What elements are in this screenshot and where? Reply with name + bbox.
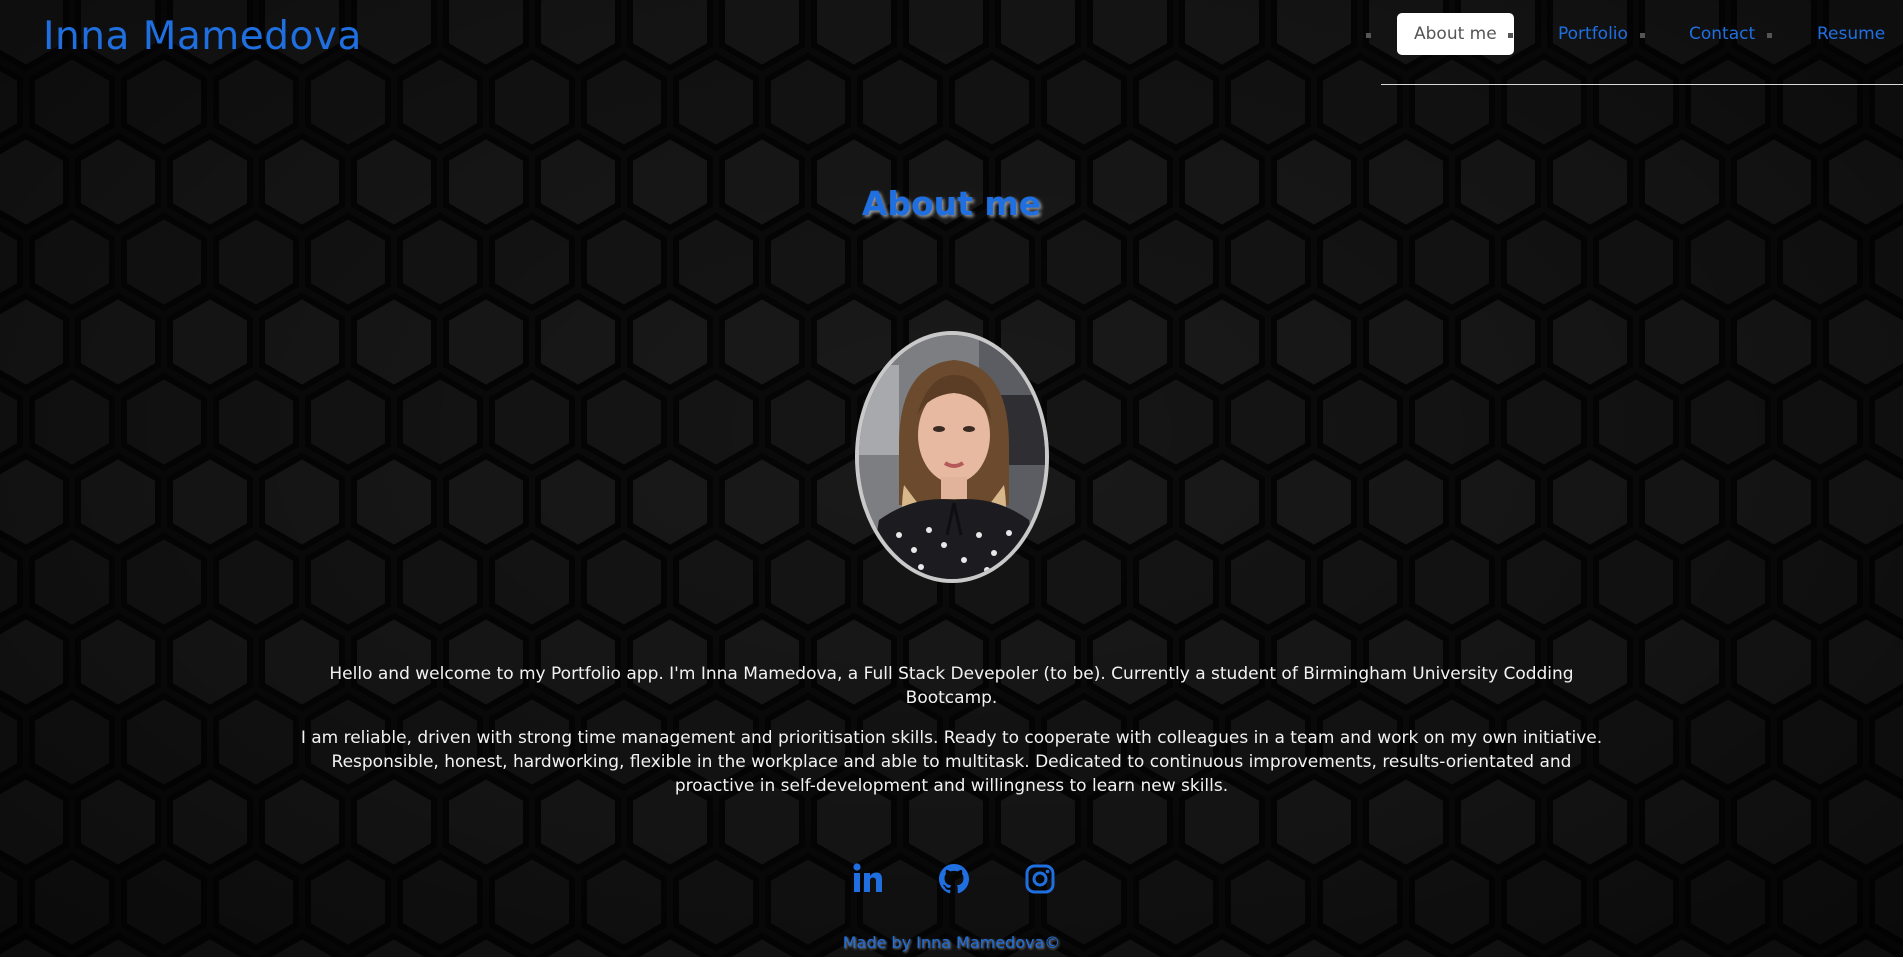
bio-paragraph-skills: I am reliable, driven with strong time m… <box>300 728 1603 796</box>
bio-text: Hello and welcome to my Portfolio app. I… <box>290 662 1613 814</box>
nav-separator <box>1366 33 1371 38</box>
nav-separator <box>1508 33 1513 38</box>
nav-item-about-me[interactable]: About me <box>1397 13 1514 55</box>
nav-item-portfolio[interactable]: Portfolio <box>1558 13 1628 55</box>
brand-name[interactable]: Inna Mamedova <box>43 14 362 59</box>
page: Inna Mamedova About me Portfolio Contact… <box>0 0 1903 957</box>
instagram-icon[interactable] <box>1023 862 1057 896</box>
github-icon[interactable] <box>937 862 971 896</box>
nav-list: About me Portfolio Contact Resume <box>1366 13 1903 55</box>
section-title: About me <box>861 184 1042 223</box>
nav-item-resume[interactable]: Resume <box>1817 13 1885 55</box>
main-nav: About me Portfolio Contact Resume <box>1366 0 1903 85</box>
social-links <box>0 862 1903 902</box>
bio-paragraph-intro: Hello and welcome to my Portfolio app. I… <box>329 664 1574 708</box>
nav-item-contact[interactable]: Contact <box>1689 13 1755 55</box>
linkedin-icon[interactable] <box>851 862 885 896</box>
nav-separator <box>1640 33 1645 38</box>
footer-credit: Made by Inna Mamedova© <box>842 933 1061 952</box>
nav-separator <box>1767 33 1772 38</box>
profile-photo <box>855 331 1049 583</box>
